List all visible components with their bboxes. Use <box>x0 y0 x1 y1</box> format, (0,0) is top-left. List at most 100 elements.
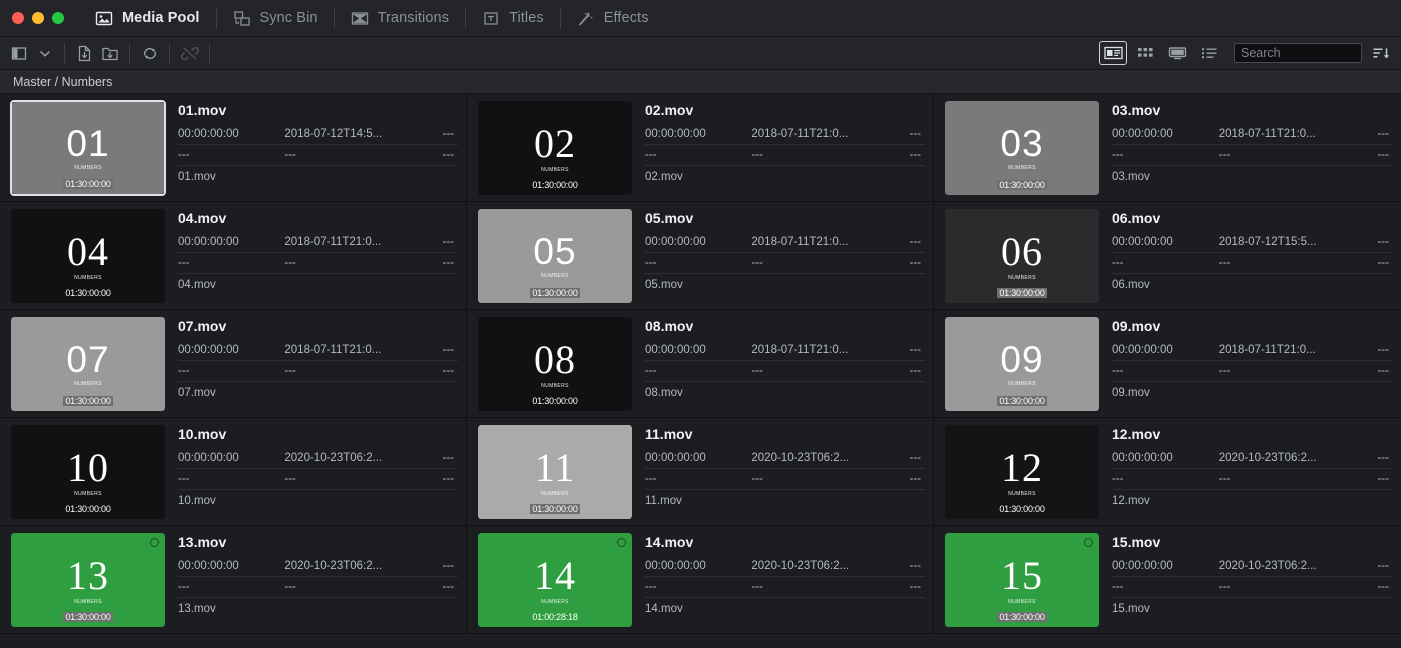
clip-cell[interactable]: 01 NUMBERS 01:30:00:00 01.mov 00:00:00:0… <box>0 94 467 202</box>
tab-effects[interactable]: Effects <box>559 0 665 37</box>
clip-thumbnail[interactable]: 06 NUMBERS 01:30:00:00 <box>944 208 1100 304</box>
clip-thumbnail[interactable]: 14 NUMBERS 01:00:28:18 <box>477 532 633 628</box>
clip-title: 11.mov <box>645 426 693 442</box>
clip-cell[interactable]: 08 NUMBERS 01:30:00:00 08.mov 00:00:00:0… <box>467 310 934 418</box>
thumbnail-timecode: 01:30:00:00 <box>945 288 1099 298</box>
clip-cell[interactable]: 13 NUMBERS 01:30:00:00 13.mov 00:00:00:0… <box>0 526 467 634</box>
clip-flag-icon[interactable] <box>150 538 159 547</box>
clip-meta-value: --- <box>909 560 921 572</box>
clip-thumbnail[interactable]: 02 NUMBERS 01:30:00:00 <box>477 100 633 196</box>
clip-cell[interactable]: 11 NUMBERS 01:30:00:00 11.mov 00:00:00:0… <box>467 418 934 526</box>
clip-thumbnail[interactable]: 09 NUMBERS 01:30:00:00 <box>944 316 1100 412</box>
clip-cell[interactable]: 03 NUMBERS 01:30:00:00 03.mov 00:00:00:0… <box>934 94 1401 202</box>
clip-cell[interactable]: 14 NUMBERS 01:00:28:18 14.mov 00:00:00:0… <box>467 526 934 634</box>
clip-cell[interactable]: 06 NUMBERS 01:30:00:00 06.mov 00:00:00:0… <box>934 202 1401 310</box>
clip-meta-value: --- <box>751 473 763 485</box>
clip-thumbnail[interactable]: 13 NUMBERS 01:30:00:00 <box>10 532 166 628</box>
clip-date-created: 2018-07-11T21:0... <box>284 344 382 356</box>
clip-metadata: 13.mov 00:00:00:00 2020-10-23T06:2... --… <box>166 532 458 628</box>
thumbnail-number: 11 <box>534 444 576 490</box>
clip-meta-value: --- <box>1218 365 1231 377</box>
thumbnail-subtitle: NUMBERS <box>74 598 102 605</box>
clip-meta-value: --- <box>284 257 296 269</box>
clip-title: 01.mov <box>178 102 227 118</box>
clip-date-created: 2018-07-11T21:0... <box>1218 344 1316 356</box>
import-file-icon[interactable] <box>72 42 97 65</box>
thumbnail-timecode-text: 01:30:00:00 <box>65 288 111 298</box>
tab-media-pool[interactable]: Media Pool <box>78 0 216 37</box>
clip-meta-value: --- <box>178 149 190 161</box>
thumbnail-view-icon[interactable] <box>1132 42 1158 64</box>
clip-metadata: 09.mov 00:00:00:00 2018-07-11T21:0... --… <box>1100 316 1393 412</box>
clip-cell[interactable]: 02 NUMBERS 01:30:00:00 02.mov 00:00:00:0… <box>467 94 934 202</box>
clip-meta-value: --- <box>1377 236 1389 248</box>
thumbnail-timecode: 01:30:00:00 <box>11 396 165 406</box>
metadata-row: --- --- --- <box>178 469 458 490</box>
metadata-view-icon[interactable] <box>1099 41 1127 65</box>
filmstrip-view-icon[interactable] <box>1164 42 1190 64</box>
clip-date-created: 2018-07-11T21:0... <box>751 236 849 248</box>
clip-thumbnail[interactable]: 04 NUMBERS 01:30:00:00 <box>10 208 166 304</box>
clip-flag-icon[interactable] <box>617 538 626 547</box>
clip-meta-value: --- <box>178 257 190 269</box>
clip-start-timecode: 00:00:00:00 <box>178 236 239 248</box>
clip-thumbnail[interactable]: 10 NUMBERS 01:30:00:00 <box>10 424 166 520</box>
clip-thumbnail[interactable]: 08 NUMBERS 01:30:00:00 <box>477 316 633 412</box>
clip-cell[interactable]: 04 NUMBERS 01:30:00:00 04.mov 00:00:00:0… <box>0 202 467 310</box>
clip-thumbnail[interactable]: 12 NUMBERS 01:30:00:00 <box>944 424 1100 520</box>
clip-metadata: 07.mov 00:00:00:00 2018-07-11T21:0... --… <box>166 316 458 412</box>
clip-cell[interactable]: 12 NUMBERS 01:30:00:00 12.mov 00:00:00:0… <box>934 418 1401 526</box>
tab-transitions[interactable]: Transitions <box>333 0 465 37</box>
clip-thumbnail[interactable]: 07 NUMBERS 01:30:00:00 <box>10 316 166 412</box>
clip-cell[interactable]: 07 NUMBERS 01:30:00:00 07.mov 00:00:00:0… <box>0 310 467 418</box>
clip-cell[interactable]: 15 NUMBERS 01:30:00:00 15.mov 00:00:00:0… <box>934 526 1401 634</box>
clip-meta-value: --- <box>442 473 454 485</box>
unlink-clips-icon[interactable] <box>177 42 202 65</box>
list-view-icon[interactable] <box>1196 42 1222 64</box>
window-traffic-lights <box>0 12 78 24</box>
metadata-row: 07.mov <box>178 382 458 403</box>
clip-cell[interactable]: 05 NUMBERS 01:30:00:00 05.mov 00:00:00:0… <box>467 202 934 310</box>
metadata-row: --- --- --- <box>178 253 458 274</box>
clip-meta-value: --- <box>1218 473 1231 485</box>
sort-order-icon[interactable] <box>1368 42 1394 64</box>
clip-cell[interactable]: 10 NUMBERS 01:30:00:00 10.mov 00:00:00:0… <box>0 418 467 526</box>
clip-thumbnail[interactable]: 15 NUMBERS 01:30:00:00 <box>944 532 1100 628</box>
clip-meta-value: --- <box>1218 257 1231 269</box>
clip-thumbnail[interactable]: 03 NUMBERS 01:30:00:00 <box>944 100 1100 196</box>
chevron-down-icon[interactable] <box>32 42 57 65</box>
tab-titles[interactable]: Titles <box>465 0 560 37</box>
metadata-row: 00:00:00:00 2020-10-23T06:2... --- <box>645 556 925 577</box>
clip-meta-value: --- <box>442 128 454 140</box>
tab-sync-bin[interactable]: Sync Bin <box>215 0 334 37</box>
thumbnail-timecode-text: 01:30:00:00 <box>997 396 1047 406</box>
minimize-window-button[interactable] <box>32 12 44 24</box>
clip-thumbnail[interactable]: 11 NUMBERS 01:30:00:00 <box>477 424 633 520</box>
clip-start-timecode: 00:00:00:00 <box>645 128 706 140</box>
metadata-row: 00:00:00:00 2020-10-23T06:2... --- <box>1112 556 1393 577</box>
clip-thumbnail[interactable]: 01 NUMBERS 01:30:00:00 <box>10 100 166 196</box>
clip-metadata: 03.mov 00:00:00:00 2018-07-11T21:0... --… <box>1100 100 1393 196</box>
panel-toggle-icon[interactable] <box>7 42 32 65</box>
sync-clips-icon[interactable] <box>137 42 162 65</box>
clip-cell[interactable]: 09 NUMBERS 01:30:00:00 09.mov 00:00:00:0… <box>934 310 1401 418</box>
breadcrumb[interactable]: Master / Numbers <box>0 70 1401 94</box>
metadata-row: 14.mov <box>645 598 925 619</box>
clip-start-timecode: 00:00:00:00 <box>178 560 239 572</box>
metadata-row: 01.mov <box>178 166 458 187</box>
close-window-button[interactable] <box>12 12 24 24</box>
clip-date-created: 2020-10-23T06:2... <box>1218 452 1317 464</box>
metadata-row: 00:00:00:00 2018-07-11T21:0... --- <box>1112 124 1393 145</box>
import-folder-icon[interactable] <box>97 42 122 65</box>
clip-thumbnail[interactable]: 05 NUMBERS 01:30:00:00 <box>477 208 633 304</box>
clip-date-created: 2020-10-23T06:2... <box>1218 560 1317 572</box>
metadata-row: --- --- --- <box>1112 253 1393 274</box>
search-input[interactable] <box>1241 46 1355 60</box>
thumbnail-timecode-text: 01:30:00:00 <box>532 180 578 190</box>
clip-meta-value: --- <box>442 581 454 593</box>
clip-flag-icon[interactable] <box>1084 538 1093 547</box>
clip-meta-value: --- <box>1112 473 1124 485</box>
search-field[interactable] <box>1234 43 1362 63</box>
maximize-window-button[interactable] <box>52 12 64 24</box>
thumbnail-timecode: 01:30:00:00 <box>945 612 1099 622</box>
